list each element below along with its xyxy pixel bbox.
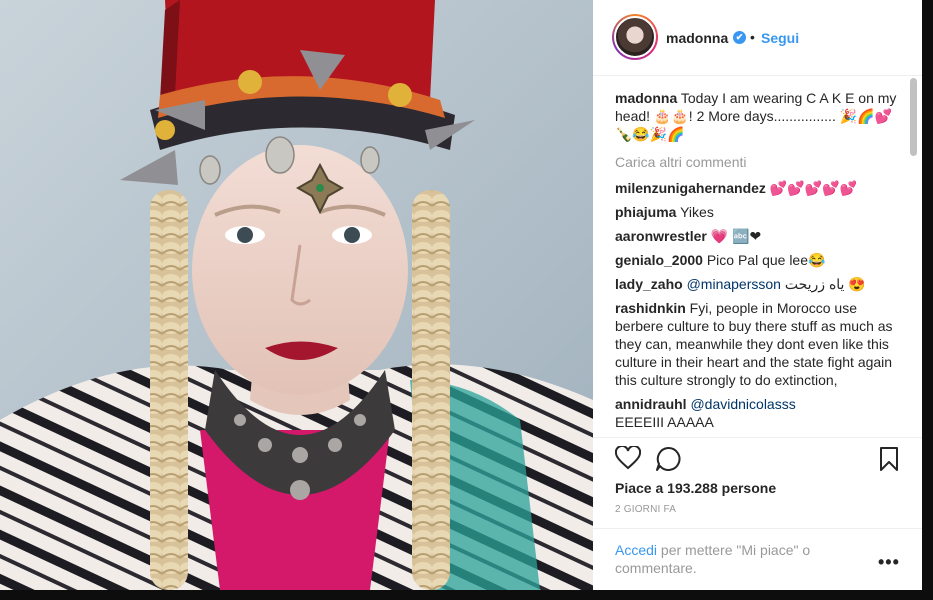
comment-text: 💕💕💕💕💕	[765, 180, 857, 196]
likes-count[interactable]: Piace a 193.288 persone	[615, 480, 776, 496]
comment-username[interactable]: genialo_2000	[615, 252, 703, 268]
comment-text: 💗 🔤❤	[706, 228, 762, 244]
comment-text: EEEEIII AAAAA	[615, 414, 714, 430]
comment-username[interactable]: annidrauhl	[615, 396, 687, 412]
comment-username[interactable]: aaronwrestler	[615, 228, 707, 244]
comment-text: ياه زريحت 😍	[780, 276, 866, 292]
heart-outline-icon[interactable]	[614, 444, 642, 475]
comment-mention[interactable]: @minapersson	[683, 276, 781, 292]
comment-text: Yikes	[676, 204, 714, 220]
comment-text: Pico Pal que lee😂	[702, 252, 826, 268]
post-date: 2 GIORNI FA	[615, 504, 677, 515]
comments-list[interactable]: madonna Today I am wearing C A K E on my…	[615, 89, 905, 437]
speech-bubble-icon[interactable]	[655, 446, 681, 477]
comment-username[interactable]: phiajuma	[615, 204, 676, 220]
caption-username[interactable]: madonna	[615, 90, 677, 106]
comment-username[interactable]: milenzunigahernandez	[615, 180, 766, 196]
load-more-comments-button[interactable]: Carica altri commenti	[615, 153, 905, 171]
list-item: lady_zaho @minapersson ياه زريحت 😍	[615, 275, 905, 293]
comment-mention[interactable]: @davidnicolasss	[687, 396, 795, 412]
follow-button[interactable]: Segui	[761, 30, 799, 46]
post-header: madonna ✔ • Segui	[593, 0, 922, 76]
list-item: rashidnkin Fyi, people in Morocco use be…	[615, 299, 905, 389]
page-background	[922, 0, 933, 600]
divider	[593, 528, 922, 529]
ellipsis-icon[interactable]: •••	[878, 552, 900, 573]
comment-username[interactable]: lady_zaho	[615, 276, 683, 292]
divider	[593, 437, 922, 438]
verified-badge-icon: ✔	[733, 31, 746, 44]
list-item: aaronwrestler 💗 🔤❤	[615, 227, 905, 245]
list-item: milenzunigahernandez 💕💕💕💕💕	[615, 179, 905, 197]
post-side-panel: madonna ✔ • Segui madonna Today I am wea…	[593, 0, 922, 590]
list-item: genialo_2000 Pico Pal que lee😂	[615, 251, 905, 269]
post-username[interactable]: madonna	[666, 30, 728, 46]
scrollbar-thumb[interactable]	[910, 78, 917, 156]
list-item: phiajuma Yikes	[615, 203, 905, 221]
login-link[interactable]: Accedi	[615, 542, 657, 558]
caption: madonna Today I am wearing C A K E on my…	[615, 89, 905, 143]
portrait-image	[0, 0, 593, 590]
login-prompt: Accedi per mettere "Mi piace" o commenta…	[615, 541, 855, 577]
separator-dot: •	[750, 29, 755, 45]
avatar[interactable]	[612, 14, 658, 60]
bookmark-icon[interactable]	[879, 446, 899, 477]
page-background-bottom	[0, 590, 933, 600]
comments-scrollbar[interactable]	[910, 78, 917, 436]
comment-username[interactable]: rashidnkin	[615, 300, 686, 316]
list-item: annidrauhl @davidnicolasss EEEEIII AAAAA	[615, 395, 905, 431]
post-photo[interactable]	[0, 0, 593, 590]
post-actions	[614, 444, 905, 475]
